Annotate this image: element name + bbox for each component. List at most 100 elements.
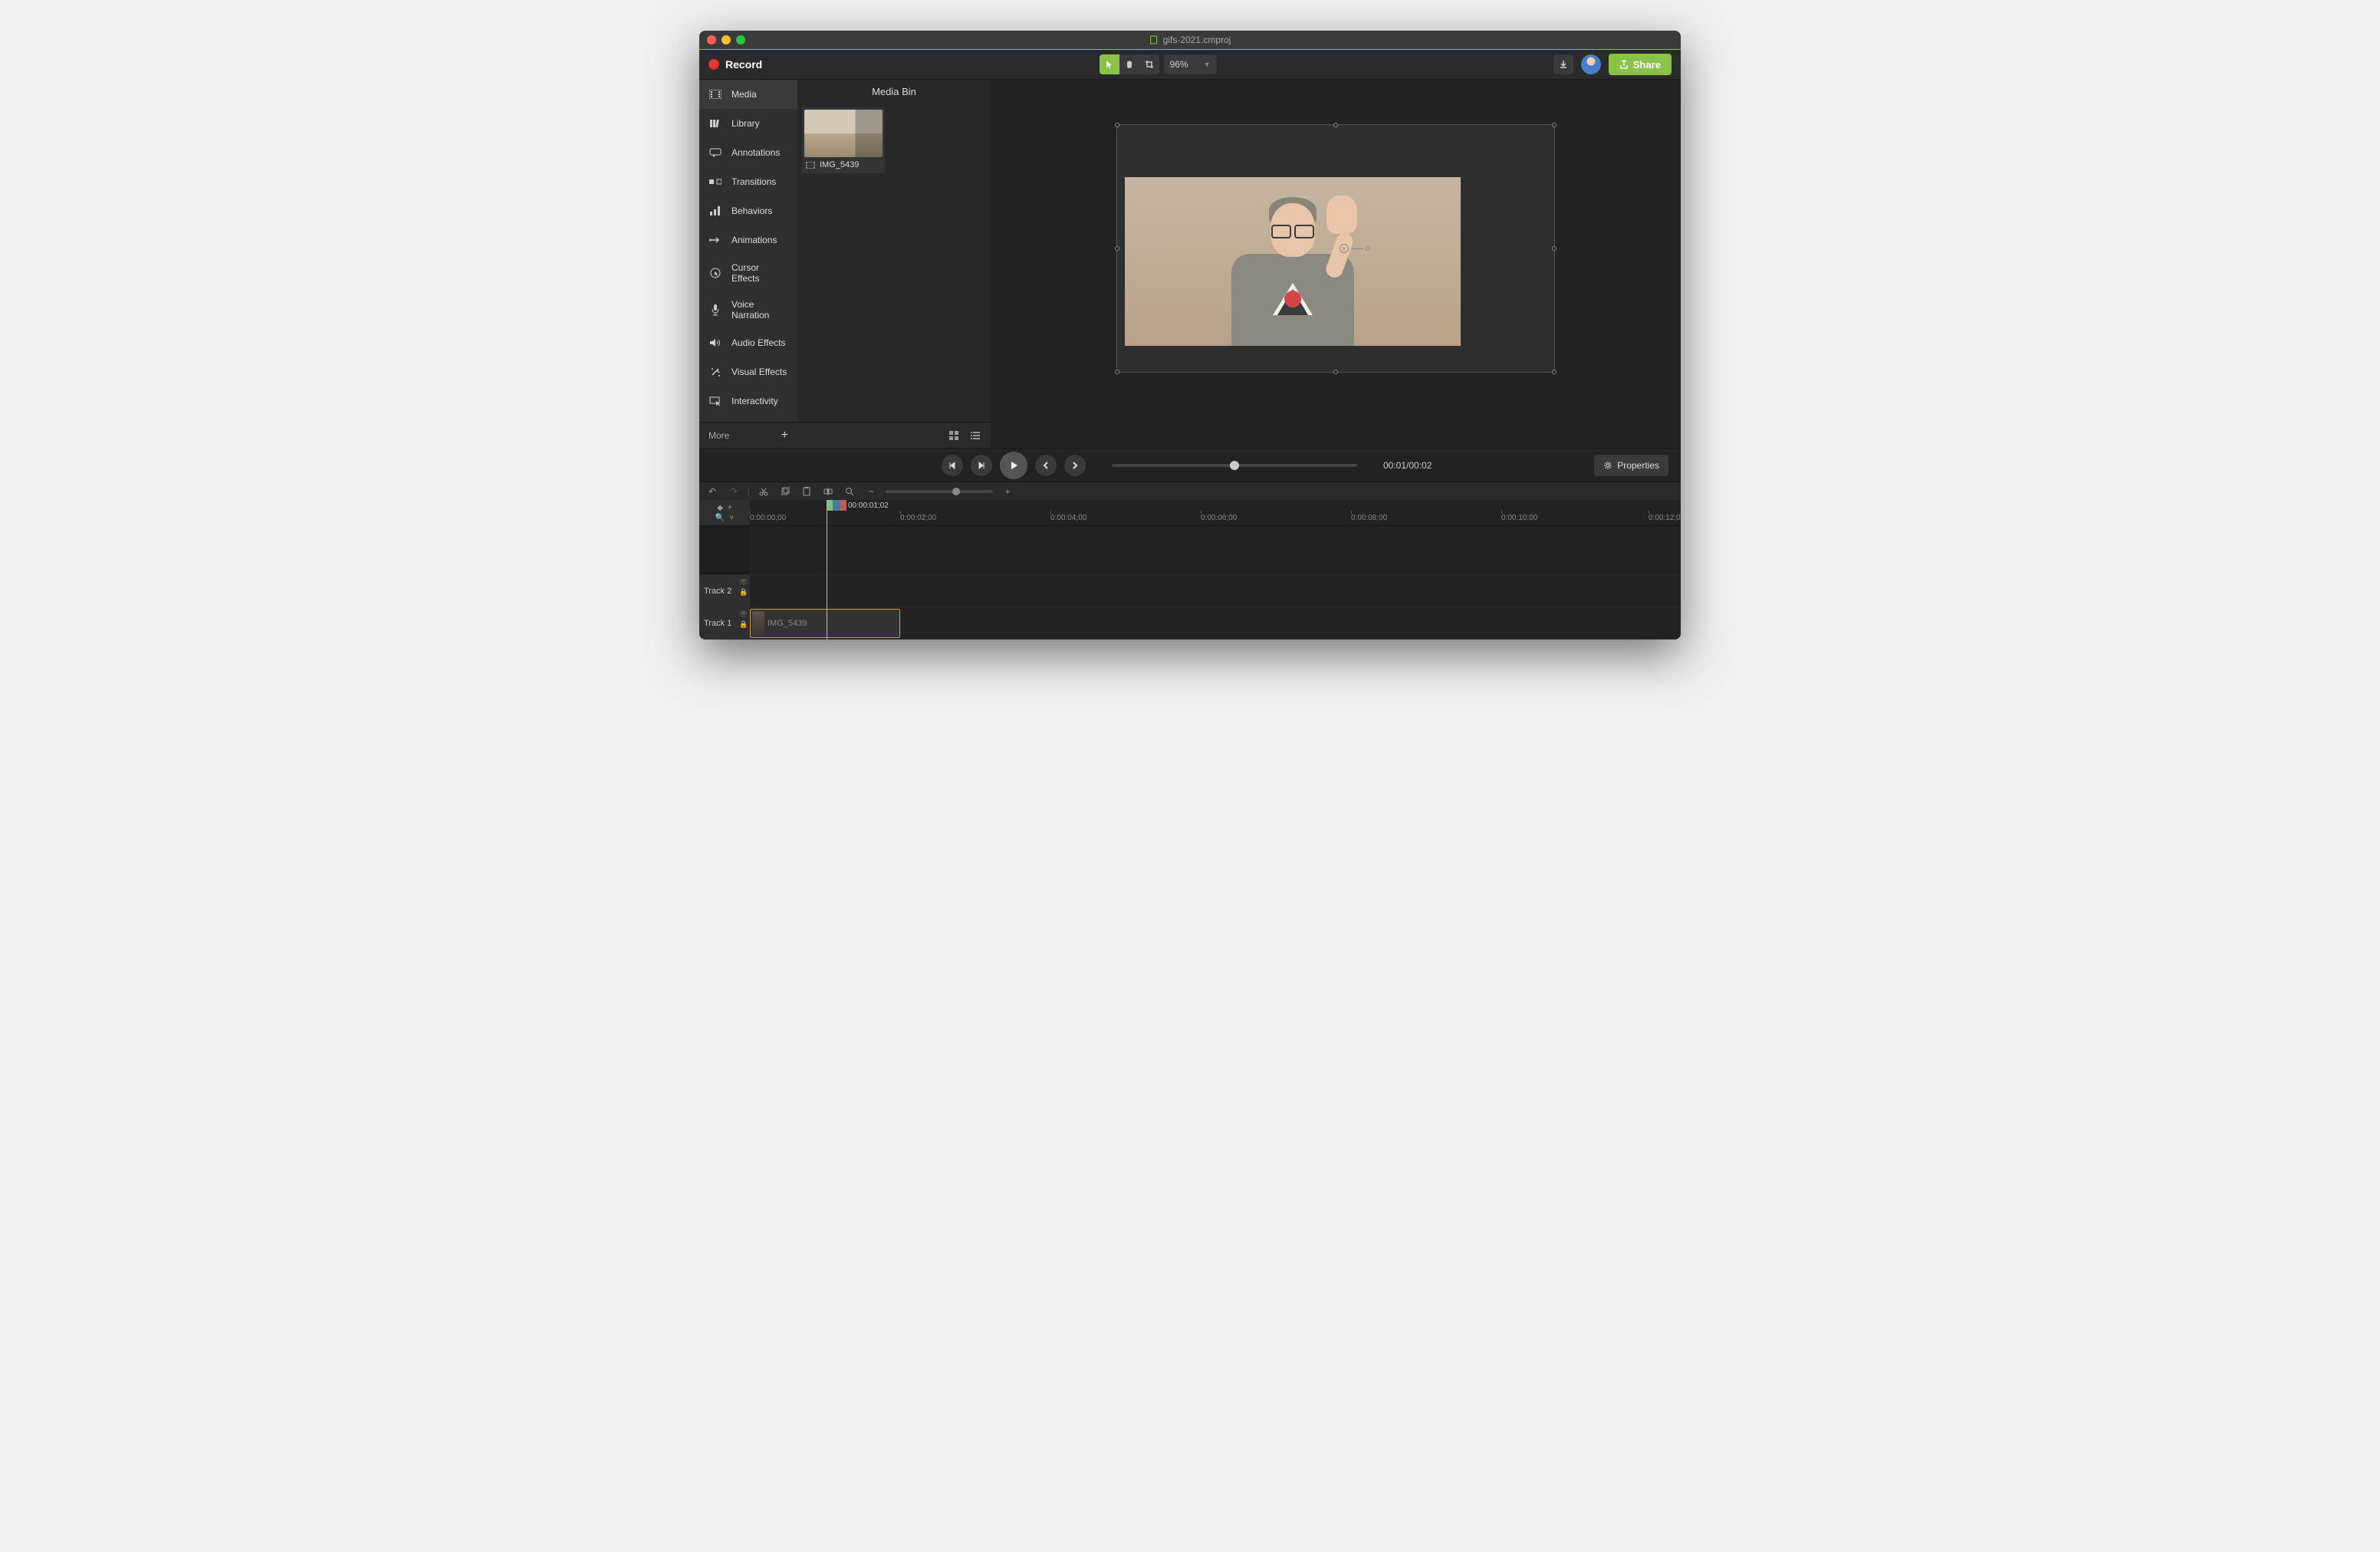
canvas-zoom-select[interactable]: 96% ▼	[1164, 54, 1217, 74]
sidebar-item-animations[interactable]: Animations	[699, 225, 797, 255]
media-thumbnail	[804, 110, 883, 157]
select-tool-button[interactable]	[1100, 54, 1119, 74]
resize-handle-ml[interactable]	[1115, 246, 1119, 251]
zoom-in-button[interactable]: +	[1001, 485, 1014, 498]
collapse-tracks-button[interactable]: ˅	[729, 514, 734, 522]
resize-handle-tc[interactable]	[1333, 123, 1338, 127]
sidebar-item-annotations[interactable]: Annotations	[699, 138, 797, 167]
visual-effects-icon	[708, 365, 722, 379]
zoom-slider-thumb[interactable]	[952, 488, 960, 495]
library-icon	[708, 117, 722, 130]
playback-scrubber[interactable]	[1112, 464, 1357, 467]
minimize-window-button[interactable]	[722, 35, 731, 44]
sidebar-item-visual-effects[interactable]: Visual Effects	[699, 357, 797, 386]
media-item-label: IMG_5439	[804, 157, 883, 171]
chevron-down-icon: ▼	[1204, 61, 1211, 68]
timeline-toolbar: ↶ ↷ − +	[699, 482, 1681, 500]
resize-handle-mr[interactable]	[1552, 246, 1557, 251]
playback-controls	[942, 452, 1086, 479]
rotate-handle[interactable]: ✕	[1340, 244, 1370, 253]
track-lock-icon[interactable]: 🔒	[739, 588, 747, 596]
undo-button[interactable]: ↶	[705, 485, 719, 498]
top-toolbar: Record 96% ▼	[699, 49, 1681, 80]
zoom-out-button[interactable]: −	[864, 485, 878, 498]
resize-handle-br[interactable]	[1552, 370, 1557, 374]
sidebar-item-media[interactable]: Media	[699, 80, 797, 109]
timeline-search-button[interactable]	[843, 485, 856, 498]
record-label: Record	[725, 58, 762, 71]
redo-button[interactable]: ↷	[727, 485, 741, 498]
play-button[interactable]	[1000, 452, 1027, 479]
sidebar-item-behaviors[interactable]: Behaviors	[699, 196, 797, 225]
share-icon	[1619, 60, 1629, 69]
resize-handle-bl[interactable]	[1115, 370, 1119, 374]
annotations-icon	[708, 146, 722, 159]
playhead-marker[interactable]	[827, 500, 846, 511]
app-window: gifs-2021.cmproj Record	[699, 31, 1681, 640]
copy-button[interactable]	[778, 485, 792, 498]
sidebar-item-interactivity[interactable]: Interactivity	[699, 386, 797, 416]
share-button[interactable]: Share	[1609, 54, 1672, 75]
add-track-button[interactable]: +	[728, 504, 732, 512]
close-window-button[interactable]	[707, 35, 716, 44]
search-marker-button[interactable]: 🔍	[715, 514, 725, 522]
prev-clip-button[interactable]	[1035, 455, 1057, 476]
media-bin-title: Media Bin	[797, 80, 991, 103]
track-visible-icon[interactable]: 👁	[739, 610, 747, 618]
scrubber-thumb[interactable]	[1230, 461, 1239, 470]
properties-label: Properties	[1617, 460, 1659, 471]
sidebar-item-label: Animations	[731, 235, 777, 245]
add-button[interactable]: +	[781, 429, 788, 442]
timeline-ruler[interactable]: 00:00:01;02 0:00:00;00 0:00:02;00 0:00:0…	[750, 500, 1681, 525]
properties-button[interactable]: Properties	[1594, 455, 1668, 476]
split-button[interactable]	[821, 485, 835, 498]
more-label[interactable]: More	[708, 430, 729, 441]
sidebar-item-label: Media	[731, 89, 757, 100]
interactivity-icon	[708, 394, 722, 408]
playhead-time-label: 00:00:01;02	[848, 501, 889, 510]
media-item-name: IMG_5439	[820, 160, 859, 169]
titlebar: gifs-2021.cmproj	[699, 31, 1681, 49]
track-header[interactable]: Track 1 👁🔒	[699, 607, 750, 639]
track-header[interactable]: Track 2 👁🔒	[699, 575, 750, 607]
next-frame-button[interactable]	[971, 455, 992, 476]
maximize-window-button[interactable]	[736, 35, 745, 44]
sidebar-item-label: Interactivity	[731, 396, 778, 406]
download-button[interactable]	[1553, 54, 1573, 74]
pan-tool-button[interactable]	[1119, 54, 1139, 74]
prev-frame-button[interactable]	[942, 455, 963, 476]
timeline-header: ◆ + 🔍 ˅ 00:00:01;02 0:00:00;00 0:00:02;00 …	[699, 500, 1681, 526]
sidebar-item-audio-effects[interactable]: Audio Effects	[699, 328, 797, 357]
hand-icon	[1124, 59, 1135, 70]
canvas-area[interactable]: ✕	[991, 80, 1681, 448]
paste-button[interactable]	[800, 485, 814, 498]
crop-tool-button[interactable]	[1139, 54, 1159, 74]
media-item[interactable]: IMG_5439	[802, 107, 885, 173]
resize-handle-bc[interactable]	[1333, 370, 1338, 374]
sidebar-item-label: Library	[731, 118, 760, 129]
cut-button[interactable]	[757, 485, 771, 498]
add-marker-button[interactable]: ◆	[717, 504, 723, 512]
voice-narration-icon	[708, 303, 722, 317]
track-visible-icon[interactable]: 👁	[739, 578, 747, 586]
record-button[interactable]: Record	[708, 58, 762, 71]
next-clip-button[interactable]	[1064, 455, 1086, 476]
resize-handle-tl[interactable]	[1115, 123, 1119, 127]
resize-handle-tr[interactable]	[1552, 123, 1557, 127]
list-view-button[interactable]	[968, 428, 983, 443]
sidebar-item-library[interactable]: Library	[699, 109, 797, 138]
sidebar-item-voice-narration[interactable]: Voice Narration	[699, 291, 797, 328]
timeline-clip[interactable]: IMG_5439	[750, 609, 900, 638]
canvas-selection-frame[interactable]: ✕	[1116, 124, 1555, 373]
transitions-icon	[708, 175, 722, 189]
sidebar-item-cursor-effects[interactable]: Cursor Effects	[699, 255, 797, 291]
track-lock-icon[interactable]: 🔒	[739, 620, 747, 628]
track-content[interactable]	[750, 575, 1681, 607]
grid-view-button[interactable]	[946, 428, 962, 443]
media-bin: Media Bin IMG_5439	[797, 80, 991, 448]
sidebar-item-transitions[interactable]: Transitions	[699, 167, 797, 196]
track-content[interactable]: IMG_5439	[750, 607, 1681, 639]
timeline-zoom-slider[interactable]	[886, 490, 993, 493]
share-label: Share	[1633, 59, 1661, 71]
user-avatar[interactable]	[1581, 54, 1601, 74]
